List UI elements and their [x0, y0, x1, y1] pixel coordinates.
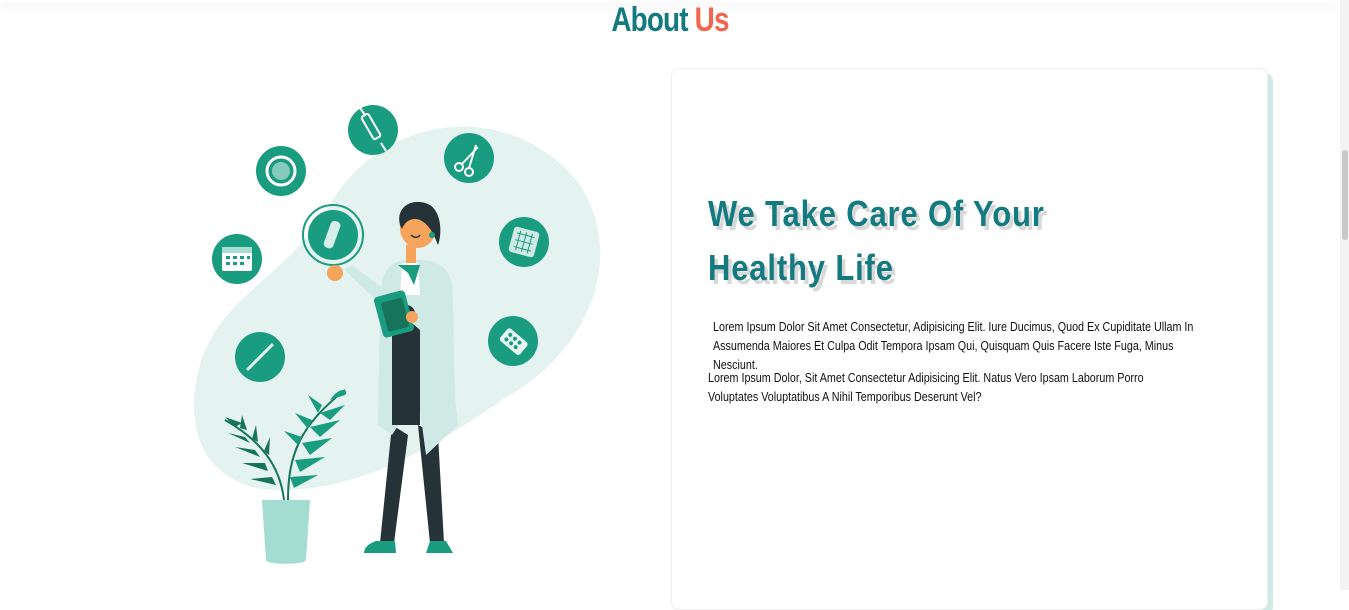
heading-part-us: Us [694, 1, 730, 39]
doctor-illustration [180, 95, 620, 575]
syringe-icon [348, 104, 398, 155]
pills-icon [488, 316, 538, 366]
page-scrollbar[interactable] [1340, 0, 1349, 590]
test-tube-icon [302, 204, 364, 266]
calendar-icon [212, 234, 262, 284]
card-paragraph-2: Lorem Ipsum Dolor, Sit Amet Consectetur … [708, 371, 1144, 404]
scrollbar-thumb[interactable] [1342, 150, 1348, 240]
petri-dish-icon [256, 146, 306, 196]
thermometer-icon [235, 332, 285, 382]
heading-part-about: About [611, 1, 688, 39]
tablet-icon [499, 217, 549, 267]
section-heading: About Us [121, 0, 1220, 40]
card-paragraph-1: Lorem Ipsum Dolor Sit Amet Consectetur, … [713, 320, 1194, 372]
card-title: We Take Care Of Your Healthy Life [708, 193, 1045, 288]
scissors-icon [444, 133, 494, 183]
about-card: We Take Care Of Your Healthy Life Lorem … [671, 68, 1268, 610]
